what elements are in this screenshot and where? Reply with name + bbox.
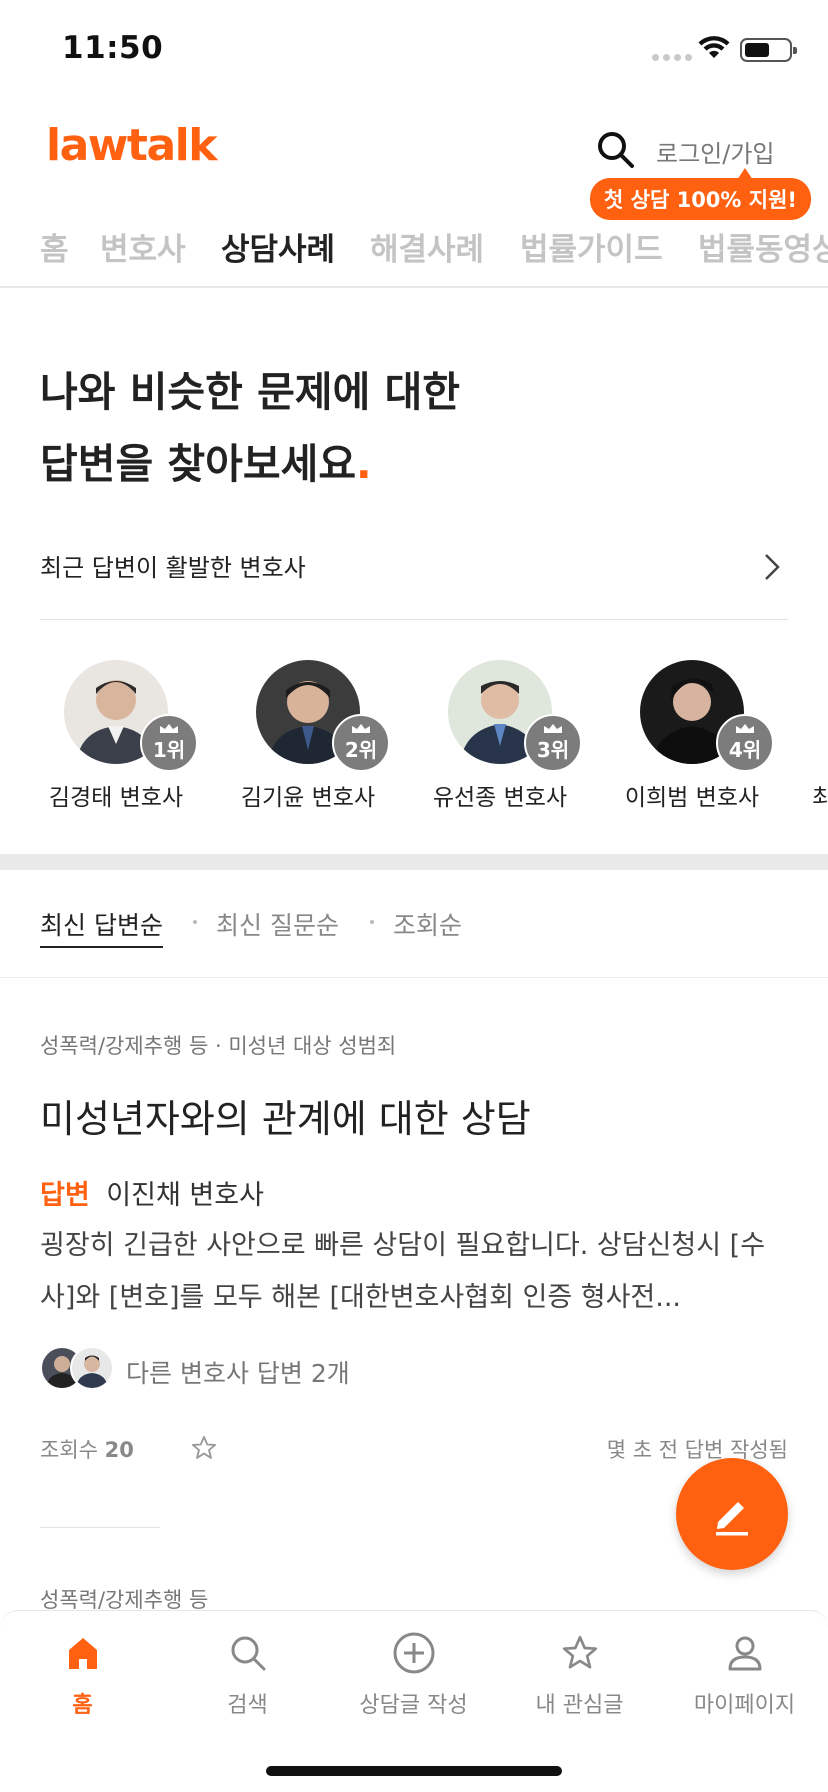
plus-circle-icon <box>393 1632 434 1674</box>
tab-bar-search[interactable]: 검색 <box>165 1627 330 1719</box>
post-meta: 조회수 20 몇 초 전 답변 작성됨 <box>40 1428 788 1468</box>
sort-separator <box>370 920 374 924</box>
crown-icon <box>160 723 178 733</box>
sort-latest-answers[interactable]: 최신 답변순 <box>40 906 163 948</box>
lawyer-card[interactable]: 3위 유선종 변호사 <box>404 660 596 812</box>
views: 조회수 20 <box>40 1438 134 1462</box>
hero-line-1: 나와 비슷한 문제에 대한 <box>40 368 461 416</box>
lawyer-card[interactable]: 2위 김기윤 변호사 <box>212 660 404 812</box>
lawyer-avatar: 2위 <box>256 660 390 772</box>
answer-lawyer-name: 이진채 변호사 <box>106 1180 264 1211</box>
active-lawyers-list: 1위 김경태 변호사 2위 김기윤 변호사 3위 유선종 변호사 4위 이희범 … <box>0 660 828 820</box>
hero-accent-dot: . <box>356 440 372 488</box>
sort-latest-questions[interactable]: 최신 질문순 <box>216 906 339 942</box>
search-icon <box>231 1636 265 1671</box>
tab-home[interactable]: 홈 <box>40 224 69 286</box>
lawtalk-logo[interactable]: lawtalk <box>46 120 218 171</box>
answer-preview: 굉장히 긴급한 사안으로 빠른 상담이 필요합니다. 상담신청시 [수사]와 [… <box>40 1230 766 1313</box>
crown-icon <box>736 723 754 733</box>
tab-bar-mypage[interactable]: 마이페이지 <box>662 1627 827 1719</box>
lawyer-name: 유선종 변호사 <box>432 785 568 811</box>
lawyer-avatar: 1위 <box>64 660 198 772</box>
home-indicator <box>266 1766 562 1776</box>
star-icon[interactable] <box>190 1434 218 1462</box>
tab-bar-favorites[interactable]: 내 관심글 <box>497 1627 662 1719</box>
tab-legal-guide[interactable]: 법률가이드 <box>520 224 663 286</box>
answer-header: 답변 이진채 변호사 <box>40 1173 788 1212</box>
active-lawyers-header[interactable]: 최근 답변이 활발한 변호사 <box>40 548 788 620</box>
tab-solved-cases[interactable]: 해결사례 <box>370 224 484 286</box>
bottom-tab-bar: 홈 검색 상담글 작성 내 관심글 마이페이지 <box>0 1610 828 1792</box>
lawyer-name: 김기윤 변호사 <box>240 785 376 811</box>
cellular-signal-icon <box>652 54 692 61</box>
pencil-icon <box>716 1502 748 1536</box>
app-header: lawtalk 로그인/가입 첫 상담 100% 지원! <box>0 100 828 220</box>
chevron-right-icon <box>765 554 780 580</box>
tab-bar-write[interactable]: 상담글 작성 <box>331 1627 496 1719</box>
lawyer-card[interactable]: 1위 김경태 변호사 <box>20 660 212 812</box>
post-category: 성폭력/강제추행 등 · 미성년 대상 성범죄 <box>40 1034 397 1058</box>
lawyer-name: 최 <box>812 785 828 811</box>
other-answers-count: 다른 변호사 답변 2개 <box>126 1359 350 1388</box>
status-time: 11:50 <box>62 30 164 66</box>
hero-line-2: 답변을 찾아보세요. <box>40 440 372 488</box>
lawyer-card[interactable]: 최 <box>788 660 828 812</box>
battery-icon <box>740 38 797 62</box>
login-signup-link[interactable]: 로그인/가입 <box>656 134 775 169</box>
category-tabs: 홈 변호사 상담사례 해결사례 법률가이드 법률동영상 <box>0 218 828 288</box>
other-answers-row[interactable]: 다른 변호사 답변 2개 <box>40 1344 788 1394</box>
sort-views[interactable]: 조회순 <box>393 906 462 942</box>
user-icon <box>728 1636 761 1671</box>
crown-icon <box>544 723 562 733</box>
status-bar: 11:50 <box>0 0 828 100</box>
post-divider <box>40 1527 160 1528</box>
tab-bar-home[interactable]: 홈 <box>0 1627 165 1719</box>
crown-icon <box>352 723 370 733</box>
section-divider <box>0 854 828 870</box>
tab-lawyers[interactable]: 변호사 <box>100 224 186 286</box>
hero-title: 나와 비슷한 문제에 대한 답변을 찾아보세요. <box>40 356 460 500</box>
home-icon <box>68 1638 97 1669</box>
rank-badge: 2위 <box>332 714 390 772</box>
sort-separator <box>193 920 197 924</box>
lawyer-name: 이희범 변호사 <box>624 785 760 811</box>
tab-legal-videos[interactable]: 법률동영상 <box>698 224 828 286</box>
views-count: 20 <box>104 1438 134 1462</box>
star-icon <box>562 1635 597 1669</box>
rank-badge: 3위 <box>524 714 582 772</box>
write-post-button[interactable] <box>676 1458 788 1570</box>
lawyer-card[interactable]: 4위 이희범 변호사 <box>596 660 788 812</box>
lawyer-avatar: 4위 <box>640 660 774 772</box>
post-title[interactable]: 미성년자와의 관계에 대한 상담 <box>40 1088 788 1143</box>
lawyer-avatar: 3위 <box>448 660 582 772</box>
answer-tag: 답변 <box>40 1180 90 1211</box>
sort-options: 최신 답변순 최신 질문순 조회순 <box>0 870 828 978</box>
rank-badge: 4위 <box>716 714 774 772</box>
search-icon[interactable] <box>596 130 636 170</box>
other-lawyer-avatar <box>70 1346 114 1390</box>
active-lawyers-title: 최근 답변이 활발한 변호사 <box>40 554 306 582</box>
lawyer-name: 김경태 변호사 <box>48 785 184 811</box>
rank-badge: 1위 <box>140 714 198 772</box>
wifi-icon <box>698 36 730 58</box>
answer-time: 몇 초 전 답변 작성됨 <box>606 1438 788 1462</box>
promo-badge: 첫 상담 100% 지원! <box>590 168 811 220</box>
tab-consultations[interactable]: 상담사례 <box>221 224 335 286</box>
consultation-post[interactable]: 성폭력/강제추행 등 · 미성년 대상 성범죄 미성년자와의 관계에 대한 상담… <box>40 1030 788 1468</box>
